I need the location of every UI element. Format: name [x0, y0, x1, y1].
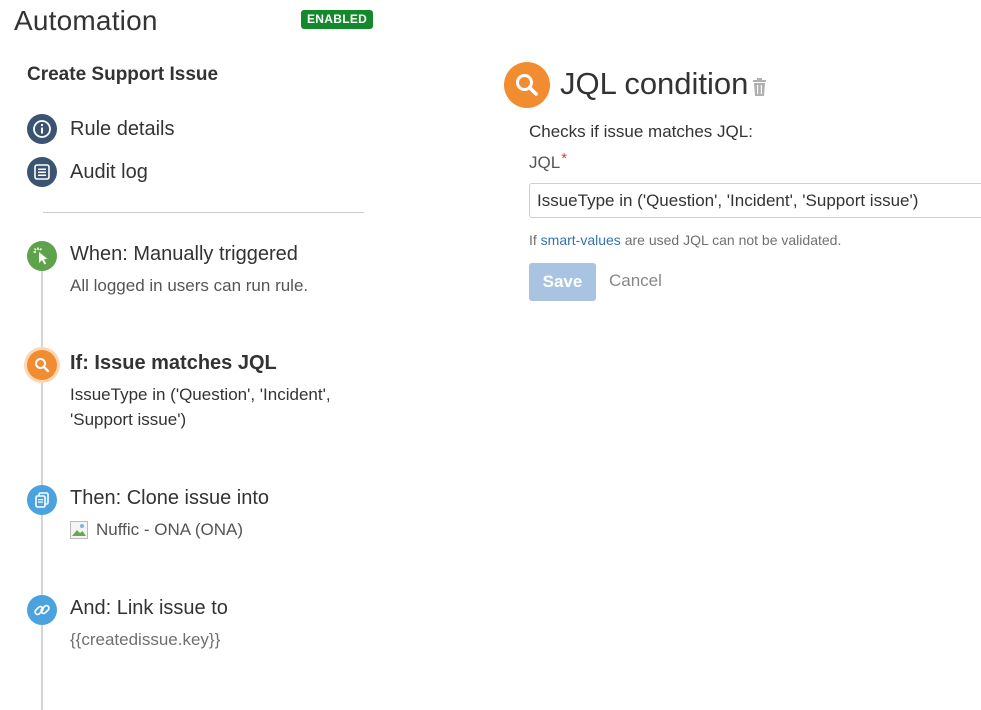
- step-trigger-subtitle: All logged in users can run rule.: [70, 276, 309, 295]
- step-condition-subtitle-line1: IssueType in ('Question', 'Incident',: [70, 385, 331, 404]
- panel-title: JQL condition: [560, 66, 749, 101]
- nav-rule-details[interactable]: Rule details: [27, 114, 175, 144]
- help-prefix: If: [529, 232, 537, 248]
- smart-values-link[interactable]: smart-values: [541, 232, 621, 248]
- cursor-click-icon: [27, 241, 57, 271]
- page-title: Automation: [14, 5, 158, 36]
- step-condition-subtitle-line2: 'Support issue'): [70, 410, 187, 429]
- header: Automation: [14, 3, 158, 39]
- status-badge: ENABLED: [301, 10, 374, 29]
- trash-icon[interactable]: [752, 78, 767, 101]
- jql-help-text: If smart-values are used JQL can not be …: [529, 232, 841, 248]
- panel-description: Checks if issue matches JQL:: [529, 122, 753, 141]
- jql-input[interactable]: IssueType in ('Question', 'Incident', 'S…: [529, 183, 981, 218]
- jql-field-label: JQL*: [529, 150, 568, 173]
- step-condition-title: If: Issue matches JQL: [70, 352, 277, 374]
- step-link-title: And: Link issue to: [70, 597, 228, 619]
- step-clone-project-label: Nuffic - ONA (ONA): [96, 520, 244, 539]
- list-icon: [27, 157, 57, 187]
- search-icon: [504, 62, 550, 108]
- link-icon: [27, 595, 57, 625]
- nav-rule-details-label: Rule details: [70, 117, 175, 140]
- rule-name: Create Support Issue: [27, 64, 219, 85]
- required-marker: *: [561, 150, 568, 167]
- step-link-subtitle: {{createdissue.key}}: [70, 630, 221, 649]
- step-clone-title: Then: Clone issue into: [70, 487, 270, 509]
- jql-field-label-text: JQL: [529, 153, 561, 172]
- nav-audit-log[interactable]: Audit log: [27, 157, 148, 187]
- cancel-button[interactable]: Cancel: [609, 271, 662, 291]
- divider: [43, 212, 364, 213]
- clone-icon: [27, 485, 57, 515]
- save-button[interactable]: Save: [529, 263, 596, 301]
- nav-audit-log-label: Audit log: [70, 160, 148, 183]
- info-icon: [27, 114, 57, 144]
- help-suffix: are used JQL can not be validated.: [624, 232, 842, 248]
- step-trigger-title: When: Manually triggered: [70, 243, 298, 265]
- search-icon: [27, 350, 57, 380]
- project-avatar-icon: [70, 520, 88, 539]
- step-clone-project[interactable]: Nuffic - ONA (ONA): [70, 517, 243, 542]
